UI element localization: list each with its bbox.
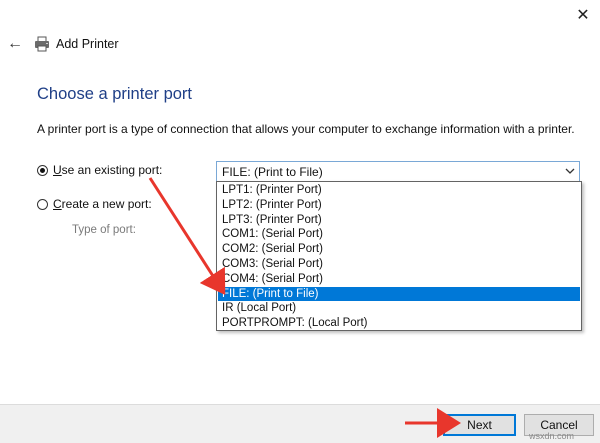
- annotation-overlay: [148, 177, 461, 438]
- annotation-arrow-to-file-port: [148, 177, 226, 296]
